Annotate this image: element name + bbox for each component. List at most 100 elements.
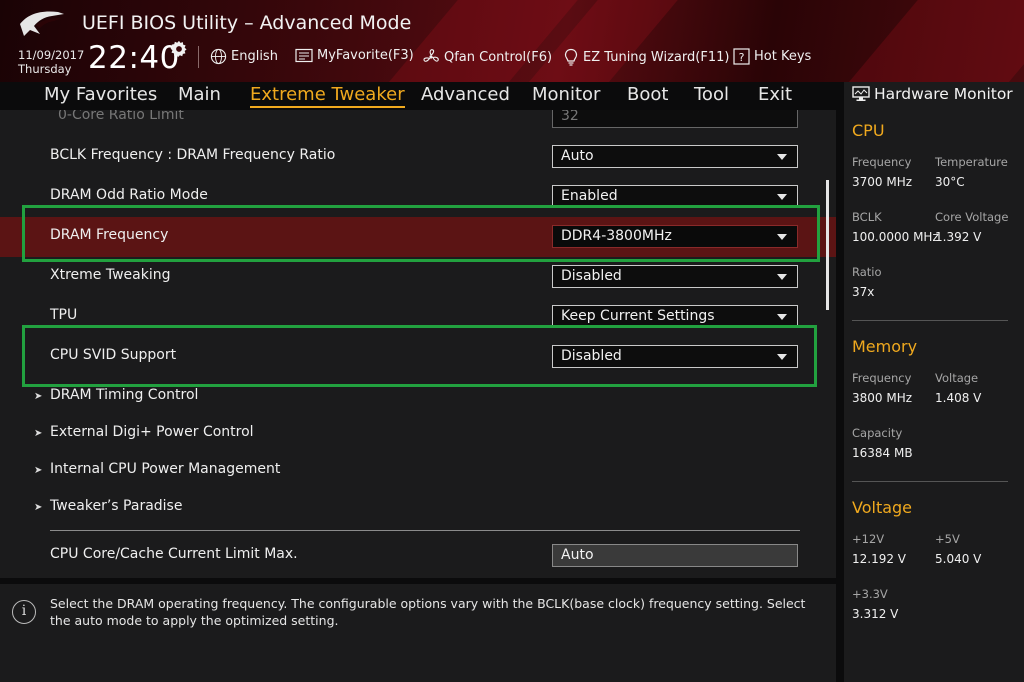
setting-label: DRAM Odd Ratio Mode	[50, 187, 208, 203]
language-button[interactable]: English	[210, 48, 278, 65]
lightbulb-icon	[564, 48, 578, 66]
setting-label: CPU Core/Cache Current Limit Max.	[50, 546, 298, 562]
memory-capacity-value: 16384 MB	[852, 446, 913, 460]
chevron-down-icon	[777, 314, 787, 320]
settings-scrollbar[interactable]	[826, 180, 829, 310]
setting-row-core-ratio-limit[interactable]: 0-Core Ratio Limit 32	[0, 110, 836, 137]
ez-tuning-wizard-button[interactable]: EZ Tuning Wizard(F11)	[563, 48, 729, 66]
date-display: 11/09/2017 Thursday	[18, 48, 84, 76]
ratio-limit-field[interactable]: 32	[552, 110, 798, 128]
cpu-ratio-label: Ratio	[852, 265, 882, 279]
ez-tuning-wizard-label: EZ Tuning Wizard(F11)	[583, 49, 730, 65]
gear-icon[interactable]	[170, 40, 188, 58]
fan-icon	[423, 49, 439, 62]
bclk-dram-ratio-dropdown[interactable]: Auto	[552, 145, 798, 168]
tab-monitor[interactable]: Monitor	[532, 84, 600, 105]
current-limit-field[interactable]: Auto	[552, 544, 798, 567]
cpu-core-voltage-label: Core Voltage	[935, 210, 1009, 224]
cpu-bclk-label: BCLK	[852, 210, 882, 224]
dropdown-value: Enabled	[561, 188, 618, 204]
tab-extreme-tweaker[interactable]: Extreme Tweaker	[250, 84, 405, 108]
date-text: 11/09/2017	[18, 48, 85, 62]
submenu-internal-cpu-power[interactable]: ➤ Internal CPU Power Management	[34, 461, 280, 477]
voltage-5v-value: 5.040 V	[935, 552, 982, 566]
voltage-heading: Voltage	[852, 498, 913, 517]
cpu-bclk-value: 100.0000 MHz	[852, 230, 939, 244]
monitor-icon	[852, 86, 870, 101]
dropdown-value: Disabled	[561, 268, 622, 284]
submenu-arrow-icon: ➤	[34, 502, 43, 513]
hardware-monitor-title: Hardware Monitor	[852, 85, 1013, 103]
submenu-tweakers-paradise[interactable]: ➤ Tweaker’s Paradise	[34, 498, 182, 514]
chevron-down-icon	[777, 274, 787, 280]
voltage-33v-label: +3.3V	[852, 587, 888, 601]
cpu-heading: CPU	[852, 121, 885, 140]
monitor-separator	[852, 320, 1008, 321]
myfavorite-label: MyFavorite(F3)	[317, 48, 414, 63]
setting-row-bclk-dram-ratio[interactable]: BCLK Frequency : DRAM Frequency Ratio Au…	[0, 137, 836, 177]
myfavorite-button[interactable]: MyFavorite(F3)	[295, 48, 414, 63]
cpu-ratio-value: 37x	[852, 285, 875, 299]
submenu-external-digi-power[interactable]: ➤ External Digi+ Power Control	[34, 424, 254, 440]
cpu-frequency-label: Frequency	[852, 155, 912, 169]
memory-voltage-label: Voltage	[935, 371, 979, 385]
hot-keys-button[interactable]: ? Hot Keys	[733, 48, 811, 65]
tab-exit[interactable]: Exit	[758, 84, 792, 105]
submenu-dram-timing-control[interactable]: ➤ DRAM Timing Control	[34, 387, 198, 403]
tab-advanced[interactable]: Advanced	[421, 84, 510, 105]
dropdown-value: Auto	[561, 148, 594, 164]
tab-tool[interactable]: Tool	[694, 84, 729, 105]
favorite-icon	[295, 48, 313, 63]
setting-label: TPU	[50, 307, 78, 323]
setting-row-current-limit-max[interactable]: CPU Core/Cache Current Limit Max. Auto	[0, 535, 836, 575]
tab-main[interactable]: Main	[178, 84, 221, 105]
qfan-control-label: Qfan Control(F6)	[444, 49, 553, 65]
memory-frequency-value: 3800 MHz	[852, 391, 913, 405]
hotkeys-icon: ?	[733, 48, 750, 65]
submenu-arrow-icon: ➤	[34, 465, 43, 476]
submenu-arrow-icon: ➤	[34, 391, 43, 402]
submenu-label: External Digi+ Power Control	[50, 424, 254, 440]
info-icon: i	[12, 600, 36, 624]
memory-capacity-label: Capacity	[852, 426, 903, 440]
qfan-control-button[interactable]: Qfan Control(F6)	[422, 48, 552, 66]
hot-keys-label: Hot Keys	[754, 49, 812, 64]
language-label: English	[231, 49, 278, 64]
submenu-label: Tweaker’s Paradise	[50, 498, 183, 514]
hardware-monitor-label: Hardware Monitor	[874, 85, 1013, 103]
submenu-label: Internal CPU Power Management	[50, 461, 281, 477]
annotation-box-cpu-svid	[22, 325, 817, 387]
chevron-down-icon	[777, 154, 787, 160]
field-value: 32	[561, 110, 579, 124]
memory-heading: Memory	[852, 337, 918, 356]
cpu-temperature-value: 30°C	[935, 175, 965, 189]
voltage-12v-label: +12V	[852, 532, 885, 546]
setting-label: 0-Core Ratio Limit	[58, 110, 184, 123]
memory-frequency-label: Frequency	[852, 371, 912, 385]
globe-icon	[210, 48, 227, 65]
tab-boot[interactable]: Boot	[627, 84, 668, 105]
tab-my-favorites[interactable]: My Favorites	[44, 84, 157, 105]
section-divider	[50, 530, 800, 531]
svg-text:?: ?	[739, 51, 745, 64]
voltage-12v-value: 12.192 V	[852, 552, 907, 566]
setting-row-xtreme-tweaking[interactable]: Xtreme Tweaking Disabled	[0, 257, 836, 297]
xtreme-tweaking-dropdown[interactable]: Disabled	[552, 265, 798, 288]
header-separator	[198, 46, 199, 68]
setting-label: Xtreme Tweaking	[50, 267, 171, 283]
day-text: Thursday	[18, 62, 72, 76]
monitor-separator	[852, 481, 1008, 482]
chevron-down-icon	[777, 194, 787, 200]
cpu-temperature-label: Temperature	[935, 155, 1008, 169]
submenu-label: DRAM Timing Control	[50, 387, 199, 403]
help-text: Select the DRAM operating frequency. The…	[50, 596, 806, 628]
submenu-arrow-icon: ➤	[34, 428, 43, 439]
field-value: Auto	[561, 547, 594, 563]
cpu-core-voltage-value: 1.392 V	[935, 230, 982, 244]
dropdown-value: Keep Current Settings	[561, 308, 715, 324]
cpu-frequency-value: 3700 MHz	[852, 175, 913, 189]
voltage-5v-label: +5V	[935, 532, 960, 546]
annotation-box-dram-frequency	[22, 205, 820, 262]
memory-voltage-value: 1.408 V	[935, 391, 982, 405]
setting-label: BCLK Frequency : DRAM Frequency Ratio	[50, 147, 336, 163]
